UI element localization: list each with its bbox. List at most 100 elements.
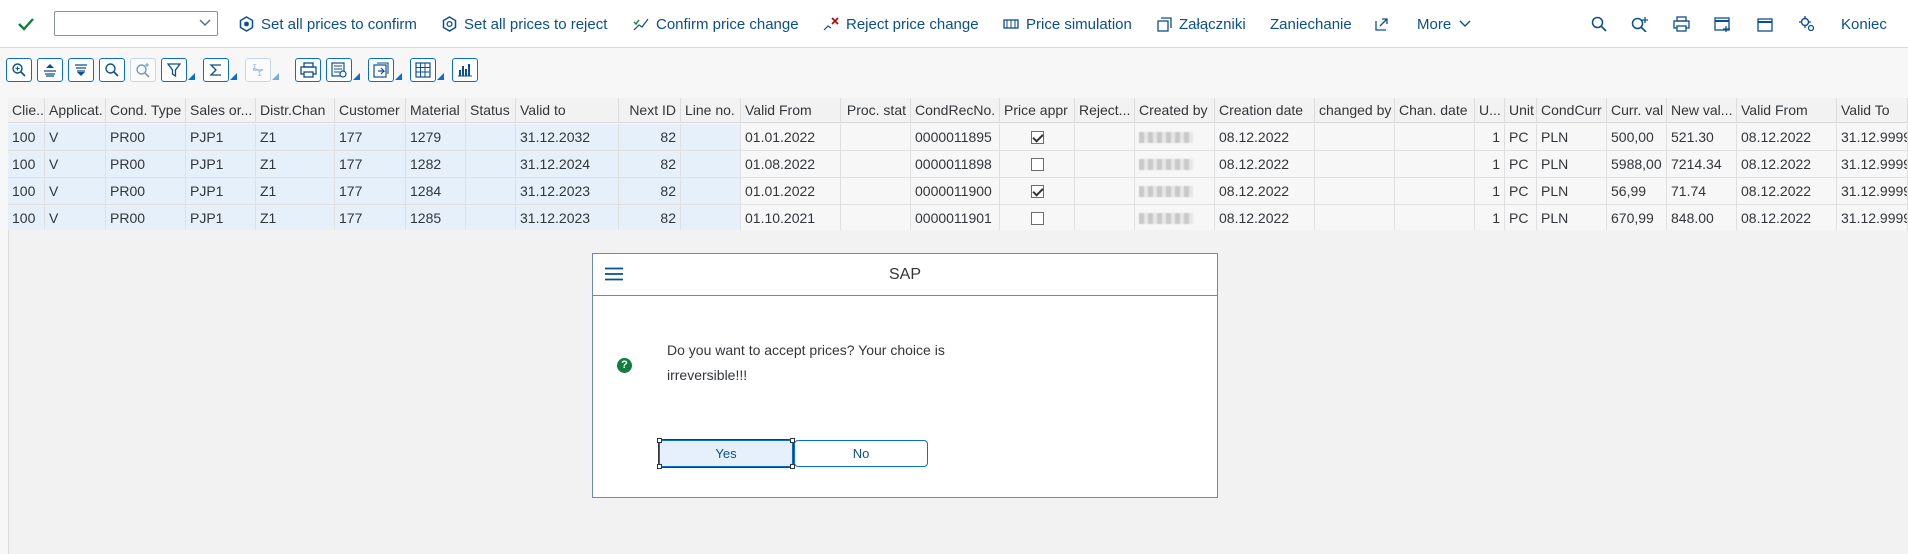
col-header-valid-to[interactable]: Valid to bbox=[516, 98, 619, 122]
more-menu-button[interactable]: More bbox=[1417, 0, 1478, 48]
cell-distr[interactable]: Z1 bbox=[256, 151, 335, 178]
col-header-status[interactable]: Status bbox=[466, 98, 516, 122]
cell-chan-date[interactable] bbox=[1395, 178, 1475, 205]
cell-curr-val[interactable]: 5988,00 bbox=[1607, 151, 1667, 178]
cell-proc[interactable] bbox=[841, 151, 911, 178]
cell-sales-org[interactable]: PJP1 bbox=[186, 205, 256, 232]
sort-descending-icon[interactable] bbox=[68, 58, 94, 82]
cell-unit[interactable]: PC bbox=[1505, 205, 1537, 232]
cell-customer[interactable]: 177 bbox=[335, 151, 406, 178]
cell-new-val[interactable]: 7214.34 bbox=[1667, 151, 1737, 178]
cell-valid-from[interactable]: 01.10.2021 bbox=[741, 205, 841, 232]
cell-unit[interactable]: PC bbox=[1505, 151, 1537, 178]
reject-price-change-button[interactable]: Reject price change bbox=[823, 0, 979, 48]
cell-status[interactable] bbox=[466, 178, 516, 205]
col-header-condrecno[interactable]: CondRecNo. bbox=[911, 98, 1000, 122]
col-header-created-by[interactable]: Created by bbox=[1135, 98, 1215, 122]
col-header-price-approve[interactable]: Price appr bbox=[1000, 98, 1075, 122]
cell-curr[interactable]: PLN bbox=[1537, 124, 1607, 151]
cell-approved[interactable] bbox=[1000, 178, 1075, 205]
cell-new-val[interactable]: 71.74 bbox=[1667, 178, 1737, 205]
enter-checkmark-icon[interactable] bbox=[18, 0, 41, 48]
cell-valid-to2[interactable]: 31.12.9999 bbox=[1837, 178, 1908, 205]
cell-status[interactable] bbox=[466, 205, 516, 232]
cell-cond-type[interactable]: PR00 bbox=[106, 151, 186, 178]
col-header-valid-from[interactable]: Valid From bbox=[741, 98, 841, 122]
cell-reject[interactable] bbox=[1075, 178, 1135, 205]
sort-ascending-icon[interactable] bbox=[37, 58, 63, 82]
col-header-unit[interactable]: Unit bbox=[1505, 98, 1537, 122]
cell-chan-date[interactable] bbox=[1395, 124, 1475, 151]
print-icon[interactable] bbox=[1673, 0, 1697, 48]
cell-chan-date[interactable] bbox=[1395, 151, 1475, 178]
cell-changed-by[interactable] bbox=[1315, 178, 1395, 205]
price-simulation-button[interactable]: Price simulation bbox=[1003, 0, 1132, 48]
col-header-valid-from-2[interactable]: Valid From bbox=[1737, 98, 1837, 122]
col-header-creation-date[interactable]: Creation date bbox=[1215, 98, 1315, 122]
cell-reject[interactable] bbox=[1075, 205, 1135, 232]
export-list-icon[interactable] bbox=[368, 58, 402, 82]
cell-valid-from2[interactable]: 08.12.2022 bbox=[1737, 205, 1837, 232]
cell-new-val[interactable]: 848.00 bbox=[1667, 205, 1737, 232]
cell-client[interactable]: 100 bbox=[8, 151, 45, 178]
cell-next-id[interactable]: 82 bbox=[619, 178, 681, 205]
cell-line[interactable] bbox=[681, 151, 741, 178]
cell-approved[interactable] bbox=[1000, 205, 1075, 232]
cell-distr[interactable]: Z1 bbox=[256, 178, 335, 205]
table-row[interactable]: 100 V PR00 PJP1 Z1 177 1279 31.12.2032 82 01.01.2… bbox=[8, 124, 1908, 151]
cell-valid-from[interactable]: 01.08.2022 bbox=[741, 151, 841, 178]
cell-status[interactable] bbox=[466, 124, 516, 151]
col-header-application[interactable]: Applicat. bbox=[45, 98, 106, 122]
no-button[interactable]: No bbox=[794, 440, 928, 467]
cell-app[interactable]: V bbox=[45, 178, 106, 205]
cell-sales-org[interactable]: PJP1 bbox=[186, 151, 256, 178]
cell-curr-val[interactable]: 56,99 bbox=[1607, 178, 1667, 205]
col-header-condcurr[interactable]: CondCurr bbox=[1537, 98, 1607, 122]
cell-next-id[interactable]: 82 bbox=[619, 124, 681, 151]
col-header-curr-val[interactable]: Curr. val bbox=[1607, 98, 1667, 122]
col-header-customer[interactable]: Customer bbox=[335, 98, 406, 122]
cell-created-by[interactable] bbox=[1135, 205, 1215, 232]
col-header-new-val[interactable]: New val... bbox=[1667, 98, 1737, 122]
col-header-u[interactable]: U... bbox=[1475, 98, 1505, 122]
cell-proc[interactable] bbox=[841, 124, 911, 151]
cell-valid-to[interactable]: 31.12.2023 bbox=[516, 205, 619, 232]
cell-created-by[interactable] bbox=[1135, 178, 1215, 205]
table-row[interactable]: 100 V PR00 PJP1 Z1 177 1284 31.12.2023 82 01.01.2… bbox=[8, 178, 1908, 205]
cell-line[interactable] bbox=[681, 205, 741, 232]
yes-button[interactable]: Yes bbox=[658, 439, 794, 468]
cell-approved[interactable] bbox=[1000, 124, 1075, 151]
cell-valid-to[interactable]: 31.12.2032 bbox=[516, 124, 619, 151]
cell-customer[interactable]: 177 bbox=[335, 205, 406, 232]
price-approve-checkbox[interactable] bbox=[1030, 212, 1044, 225]
price-approve-checkbox[interactable] bbox=[1030, 185, 1044, 198]
col-header-reject[interactable]: Reject... bbox=[1075, 98, 1135, 122]
cell-client[interactable]: 100 bbox=[8, 178, 45, 205]
set-all-confirm-button[interactable]: Set all prices to confirm bbox=[239, 0, 417, 48]
cell-curr[interactable]: PLN bbox=[1537, 151, 1607, 178]
layout-icon[interactable] bbox=[410, 58, 444, 82]
cell-new-val[interactable]: 521.30 bbox=[1667, 124, 1737, 151]
cell-chan-date[interactable] bbox=[1395, 205, 1475, 232]
search-icon[interactable] bbox=[1591, 0, 1614, 48]
cell-creation-date[interactable]: 08.12.2022 bbox=[1215, 178, 1315, 205]
cell-line[interactable] bbox=[681, 124, 741, 151]
cell-proc[interactable] bbox=[841, 178, 911, 205]
cell-next-id[interactable]: 82 bbox=[619, 151, 681, 178]
col-header-valid-to-2[interactable]: Valid To bbox=[1837, 98, 1908, 122]
cell-reject[interactable] bbox=[1075, 151, 1135, 178]
col-header-changed-by[interactable]: changed by bbox=[1315, 98, 1395, 122]
cell-valid-from2[interactable]: 08.12.2022 bbox=[1737, 178, 1837, 205]
cell-material[interactable]: 1282 bbox=[406, 151, 466, 178]
cell-condrec[interactable]: 0000011901 bbox=[911, 205, 1000, 232]
col-header-distr-chan[interactable]: Distr.Chan bbox=[256, 98, 335, 122]
settings-gear-icon[interactable] bbox=[1799, 0, 1822, 48]
set-all-reject-button[interactable]: Set all prices to reject bbox=[442, 0, 607, 48]
cell-customer[interactable]: 177 bbox=[335, 124, 406, 151]
cell-valid-from2[interactable]: 08.12.2022 bbox=[1737, 151, 1837, 178]
cell-valid-from2[interactable]: 08.12.2022 bbox=[1737, 124, 1837, 151]
cell-cond-type[interactable]: PR00 bbox=[106, 178, 186, 205]
cell-valid-to[interactable]: 31.12.2023 bbox=[516, 178, 619, 205]
cell-material[interactable]: 1284 bbox=[406, 178, 466, 205]
views-icon[interactable] bbox=[326, 58, 360, 82]
